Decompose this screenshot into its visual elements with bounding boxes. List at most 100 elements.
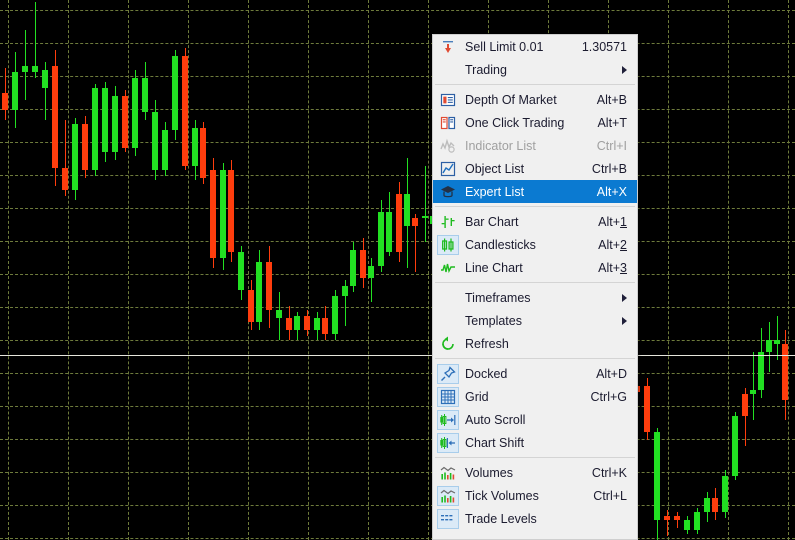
grid-line-vertical xyxy=(128,0,129,540)
menu-item-object-list[interactable]: Object List Ctrl+B xyxy=(433,157,637,180)
grid-line-horizontal xyxy=(0,505,795,506)
pin-icon xyxy=(437,363,459,384)
menu-item-label: Tick Volumes xyxy=(465,488,539,503)
menu-separator xyxy=(435,358,635,359)
menu-item-label: Timeframes xyxy=(465,290,531,305)
menu-item-label: Docked xyxy=(465,366,508,381)
menu-item-accelerator: Alt+2 xyxy=(598,237,627,252)
grid-line-vertical xyxy=(788,0,789,540)
menu-item-accelerator: Ctrl+I xyxy=(596,138,627,153)
metatrader-chart-window: Sell Limit 0.01 1.30571 Trading Depth Of Ma… xyxy=(0,0,795,540)
object-list-icon xyxy=(433,158,463,180)
no-icon xyxy=(433,59,463,81)
menu-item-label: Volumes xyxy=(465,465,513,480)
grid-line-vertical xyxy=(68,0,69,540)
grid-line-horizontal xyxy=(0,538,795,539)
menu-item-accelerator: Ctrl+G xyxy=(590,389,627,404)
menu-item-auto-scroll[interactable]: Auto Scroll xyxy=(433,408,637,431)
no-icon xyxy=(433,310,463,332)
menu-item-expert-list[interactable]: Expert List Alt+X xyxy=(433,180,637,203)
price-chart[interactable] xyxy=(0,0,795,540)
submenu-arrow-icon xyxy=(622,65,627,74)
grid-line-horizontal xyxy=(0,10,795,11)
menu-item-line-chart[interactable]: Line Chart Alt+3 xyxy=(433,256,637,279)
menu-item-accelerator: Alt+T xyxy=(597,115,627,130)
tick-volumes-icon xyxy=(437,485,459,506)
menu-separator xyxy=(435,457,635,458)
grid-icon xyxy=(437,386,459,407)
grid-line-horizontal xyxy=(0,142,795,143)
menu-item-accelerator: Alt+X xyxy=(596,184,627,199)
menu-item-label: Indicator List xyxy=(465,138,536,153)
trade-levels-icon xyxy=(437,508,459,529)
menu-item-bar-chart[interactable]: Bar Chart Alt+1 xyxy=(433,210,637,233)
menu-item-chart-shift[interactable]: Chart Shift xyxy=(433,431,637,454)
menu-item-accelerator: Alt+D xyxy=(596,366,627,381)
menu-item-candlesticks[interactable]: Candlesticks Alt+2 xyxy=(433,233,637,256)
menu-item-indicator-list: Indicator List Ctrl+I xyxy=(433,134,637,157)
grid-line-vertical xyxy=(728,0,729,540)
indicator-list-icon xyxy=(433,135,463,157)
submenu-arrow-icon xyxy=(622,316,627,325)
menu-item-label: Line Chart xyxy=(465,260,523,275)
menu-item-accelerator: 1.30571 xyxy=(581,39,627,54)
menu-item-label: Sell Limit 0.01 xyxy=(465,39,544,54)
menu-item-grid[interactable]: Grid Ctrl+G xyxy=(433,385,637,408)
grid-line-horizontal xyxy=(0,340,795,341)
menu-item-sell-limit[interactable]: Sell Limit 0.01 1.30571 xyxy=(433,35,637,58)
grid-line-horizontal xyxy=(0,274,795,275)
grid-line-vertical xyxy=(668,0,669,540)
menu-item-trade-levels[interactable]: Trade Levels xyxy=(433,507,637,530)
menu-separator xyxy=(435,282,635,283)
chart-context-menu[interactable]: Sell Limit 0.01 1.30571 Trading Depth Of Ma… xyxy=(432,34,638,540)
candlesticks-icon xyxy=(437,234,459,255)
grid-line-horizontal xyxy=(0,175,795,176)
grid-line-vertical xyxy=(188,0,189,540)
menu-item-label: Object List xyxy=(465,161,525,176)
menu-item-label: Templates xyxy=(465,313,522,328)
menu-item-templates[interactable]: Templates xyxy=(433,309,637,332)
menu-item-refresh[interactable]: Refresh xyxy=(433,332,637,355)
menu-item-accelerator: Ctrl+L xyxy=(593,488,627,503)
menu-item-accelerator: Alt+1 xyxy=(598,214,627,229)
line-chart-icon xyxy=(433,257,463,279)
grid-line-horizontal xyxy=(0,439,795,440)
refresh-icon xyxy=(433,333,463,355)
submenu-arrow-icon xyxy=(622,293,627,302)
sell-limit-arrow-icon xyxy=(433,36,463,58)
menu-item-tick-volumes[interactable]: Tick Volumes Ctrl+L xyxy=(433,484,637,507)
grid-line-horizontal xyxy=(0,406,795,407)
menu-item-label: Depth Of Market xyxy=(465,92,557,107)
menu-item-accelerator: Ctrl+K xyxy=(591,465,627,480)
menu-item-timeframes[interactable]: Timeframes xyxy=(433,286,637,309)
menu-item-label: Expert List xyxy=(465,184,525,199)
bid-price-line xyxy=(0,355,795,356)
menu-item-label: Bar Chart xyxy=(465,214,519,229)
depth-of-market-icon xyxy=(433,89,463,111)
menu-item-trading[interactable]: Trading xyxy=(433,58,637,81)
grid-line-vertical xyxy=(428,0,429,540)
menu-item-accelerator: Alt+3 xyxy=(598,260,627,275)
menu-item-label: Grid xyxy=(465,389,489,404)
auto-scroll-icon xyxy=(437,409,459,430)
grid-line-horizontal xyxy=(0,43,795,44)
menu-item-accelerator: Alt+B xyxy=(596,92,627,107)
menu-item-label: Auto Scroll xyxy=(465,412,526,427)
grid-line-horizontal xyxy=(0,373,795,374)
grid-line-vertical xyxy=(248,0,249,540)
grid-line-horizontal xyxy=(0,472,795,473)
one-click-trading-icon xyxy=(433,112,463,134)
grid-line-vertical xyxy=(8,0,9,540)
menu-item-one-click-trading[interactable]: One Click Trading Alt+T xyxy=(433,111,637,134)
menu-item-label: Candlesticks xyxy=(465,237,536,252)
menu-separator xyxy=(435,206,635,207)
menu-separator xyxy=(435,84,635,85)
bar-chart-icon xyxy=(433,211,463,233)
menu-item-volumes[interactable]: Volumes Ctrl+K xyxy=(433,461,637,484)
volumes-icon xyxy=(433,462,463,484)
no-icon xyxy=(433,287,463,309)
menu-item-depth-of-market[interactable]: Depth Of Market Alt+B xyxy=(433,88,637,111)
menu-item-label: Trade Levels xyxy=(465,511,537,526)
menu-item-label: One Click Trading xyxy=(465,115,565,130)
menu-item-docked[interactable]: Docked Alt+D xyxy=(433,362,637,385)
